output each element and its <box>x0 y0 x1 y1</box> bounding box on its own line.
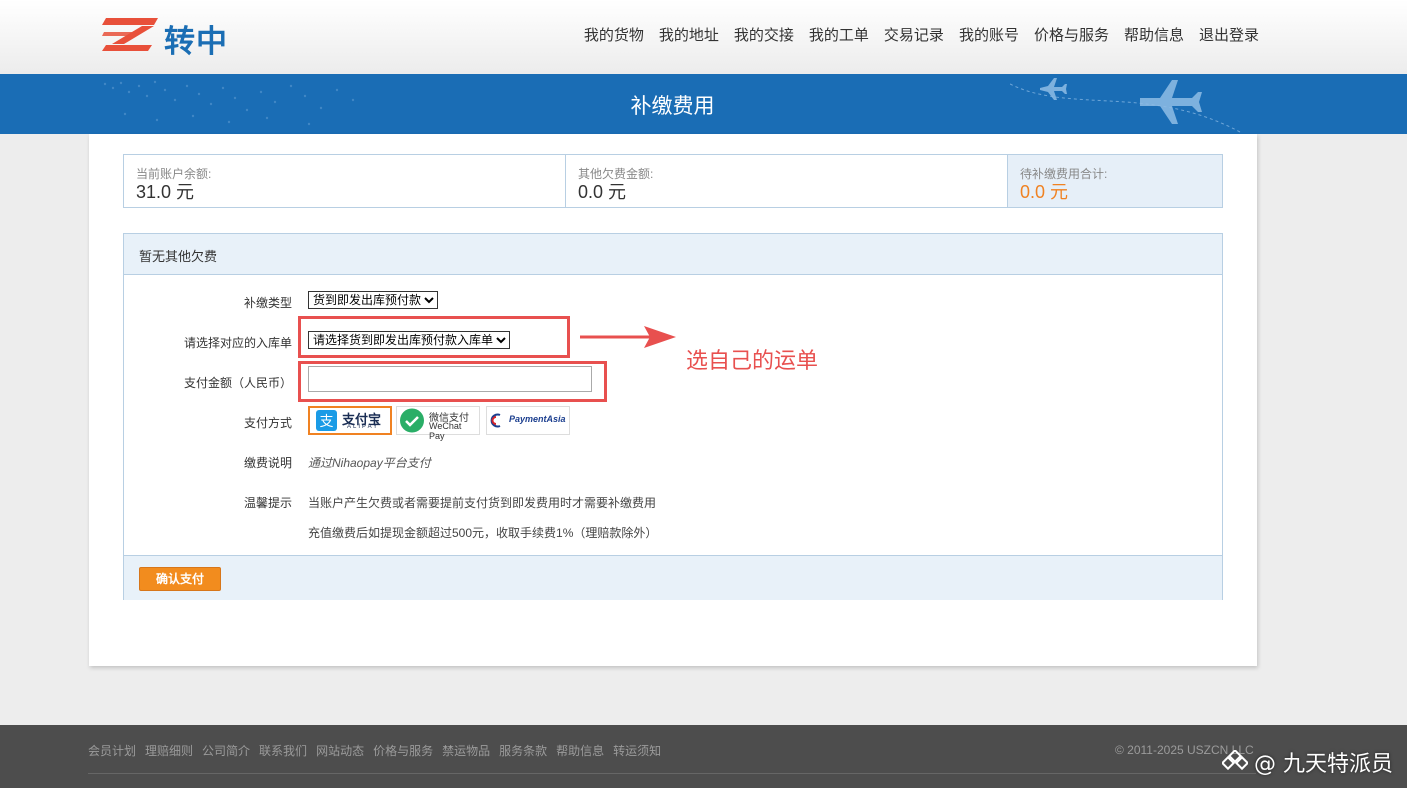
method-label: 支付方式 <box>243 416 292 430</box>
nav-my-account[interactable]: 我的账号 <box>959 24 1019 45</box>
site-header: 转中 我的货物 我的地址 我的交接 我的工单 交易记录 我的账号 价格与服务 帮… <box>0 0 1407 75</box>
alipay-sub: ALIPAY <box>347 424 380 430</box>
form-header: 暂无其他欠费 <box>124 234 1222 275</box>
footer-link-help[interactable]: 帮助信息 <box>556 742 604 759</box>
annotation-box-amount <box>298 361 607 402</box>
paymentasia-option[interactable]: PaymentAsia <box>486 406 570 435</box>
footer-divider <box>88 773 1256 774</box>
logo-text: 转中 <box>164 24 228 60</box>
page-banner: 补缴费用 <box>0 74 1407 134</box>
tip-label: 温馨提示 <box>243 496 292 510</box>
type-label: 补缴类型 <box>243 296 292 310</box>
footer-links: 会员计划 理赔细则 公司简介 联系我们 网站动态 价格与服务 禁运物品 服务条款… <box>88 742 670 759</box>
order-label: 请选择对应的入库单 <box>183 336 292 350</box>
amount-label: 支付金额（人民币） <box>183 376 292 390</box>
nav-transactions[interactable]: 交易记录 <box>884 24 944 45</box>
footer-link-pricing[interactable]: 价格与服务 <box>373 742 433 759</box>
nav-my-handover[interactable]: 我的交接 <box>734 24 794 45</box>
type-control: 货到即发出库预付款 <box>308 291 438 309</box>
balance-value: 31.0 元 <box>136 182 195 202</box>
nav-my-address[interactable]: 我的地址 <box>659 24 719 45</box>
logo-mark-icon <box>102 18 158 51</box>
nav-my-goods[interactable]: 我的货物 <box>584 24 644 45</box>
type-select[interactable]: 货到即发出库预付款 <box>308 291 438 309</box>
confirm-pay-button[interactable]: 确认支付 <box>139 567 221 591</box>
nav-my-tickets[interactable]: 我的工单 <box>809 24 869 45</box>
main-nav: 我的货物 我的地址 我的交接 我的工单 交易记录 我的账号 价格与服务 帮助信息… <box>569 24 1259 45</box>
wechat-logo-icon <box>400 408 424 433</box>
footer-link-notice[interactable]: 转运须知 <box>613 742 661 759</box>
main-panel: 当前账户余额: 31.0 元 其他欠费金额: 0.0 元 待补缴费用合计: 0.… <box>89 134 1257 666</box>
form-footer: 确认支付 <box>124 555 1222 600</box>
footer-link-claims[interactable]: 理赔细则 <box>145 742 193 759</box>
form-header-text: 暂无其他欠费 <box>139 249 218 264</box>
wechat-option[interactable]: 微信支付 WeChat Pay <box>396 406 480 441</box>
footer-link-membership[interactable]: 会员计划 <box>88 742 136 759</box>
site-footer: 会员计划 理赔细则 公司简介 联系我们 网站动态 价格与服务 禁运物品 服务条款… <box>0 725 1407 788</box>
nav-logout[interactable]: 退出登录 <box>1199 24 1259 45</box>
payment-form: 暂无其他欠费 补缴类型 货到即发出库预付款 请选择对应的入库单 请选择货到即发出… <box>123 233 1223 600</box>
footer-link-about[interactable]: 公司简介 <box>202 742 250 759</box>
annotation-arrow-icon <box>580 326 676 348</box>
nav-pricing[interactable]: 价格与服务 <box>1034 24 1109 45</box>
watermark-logo-icon <box>1222 750 1248 771</box>
balance-cell: 当前账户余额: 31.0 元 <box>124 155 566 207</box>
nav-help[interactable]: 帮助信息 <box>1124 24 1184 45</box>
total-due-value: 0.0 元 <box>1020 182 1069 202</box>
paymentasia-logo-icon <box>490 413 501 428</box>
other-due-value: 0.0 元 <box>578 182 627 202</box>
desc-label: 缴费说明 <box>243 456 292 470</box>
footer-link-contact[interactable]: 联系我们 <box>259 742 307 759</box>
other-due-cell: 其他欠费金额: 0.0 元 <box>566 155 1008 207</box>
annotation-note: 选自己的运单 <box>686 349 819 374</box>
footer-link-news[interactable]: 网站动态 <box>316 742 364 759</box>
svg-text:支: 支 <box>320 414 334 430</box>
footer-link-prohibited[interactable]: 禁运物品 <box>442 742 490 759</box>
site-logo[interactable]: 转中 <box>102 14 242 60</box>
alipay-option[interactable]: 支 支付宝 ALIPAY <box>308 406 392 435</box>
tip-line-1: 当账户产生欠费或者需要提前支付货到即发费用时才需要补缴费用 <box>308 496 657 510</box>
tip-line-2: 充值缴费后如提现金额超过500元，收取手续费1%（理赔款除外） <box>308 526 658 540</box>
airplane-icon <box>1010 78 1241 133</box>
footer-link-terms[interactable]: 服务条款 <box>499 742 547 759</box>
wechat-sub: WeChat Pay <box>429 421 462 441</box>
paymentasia-label: PaymentAsia <box>509 414 566 424</box>
balance-summary: 当前账户余额: 31.0 元 其他欠费金额: 0.0 元 待补缴费用合计: 0.… <box>123 154 1223 208</box>
annotation-box-order <box>298 316 570 358</box>
desc-value: 通过Nihaopay平台支付 <box>308 456 431 470</box>
total-due-cell: 待补缴费用合计: 0.0 元 <box>1008 155 1222 207</box>
watermark-text: @ 九天特派员 <box>1254 752 1393 777</box>
